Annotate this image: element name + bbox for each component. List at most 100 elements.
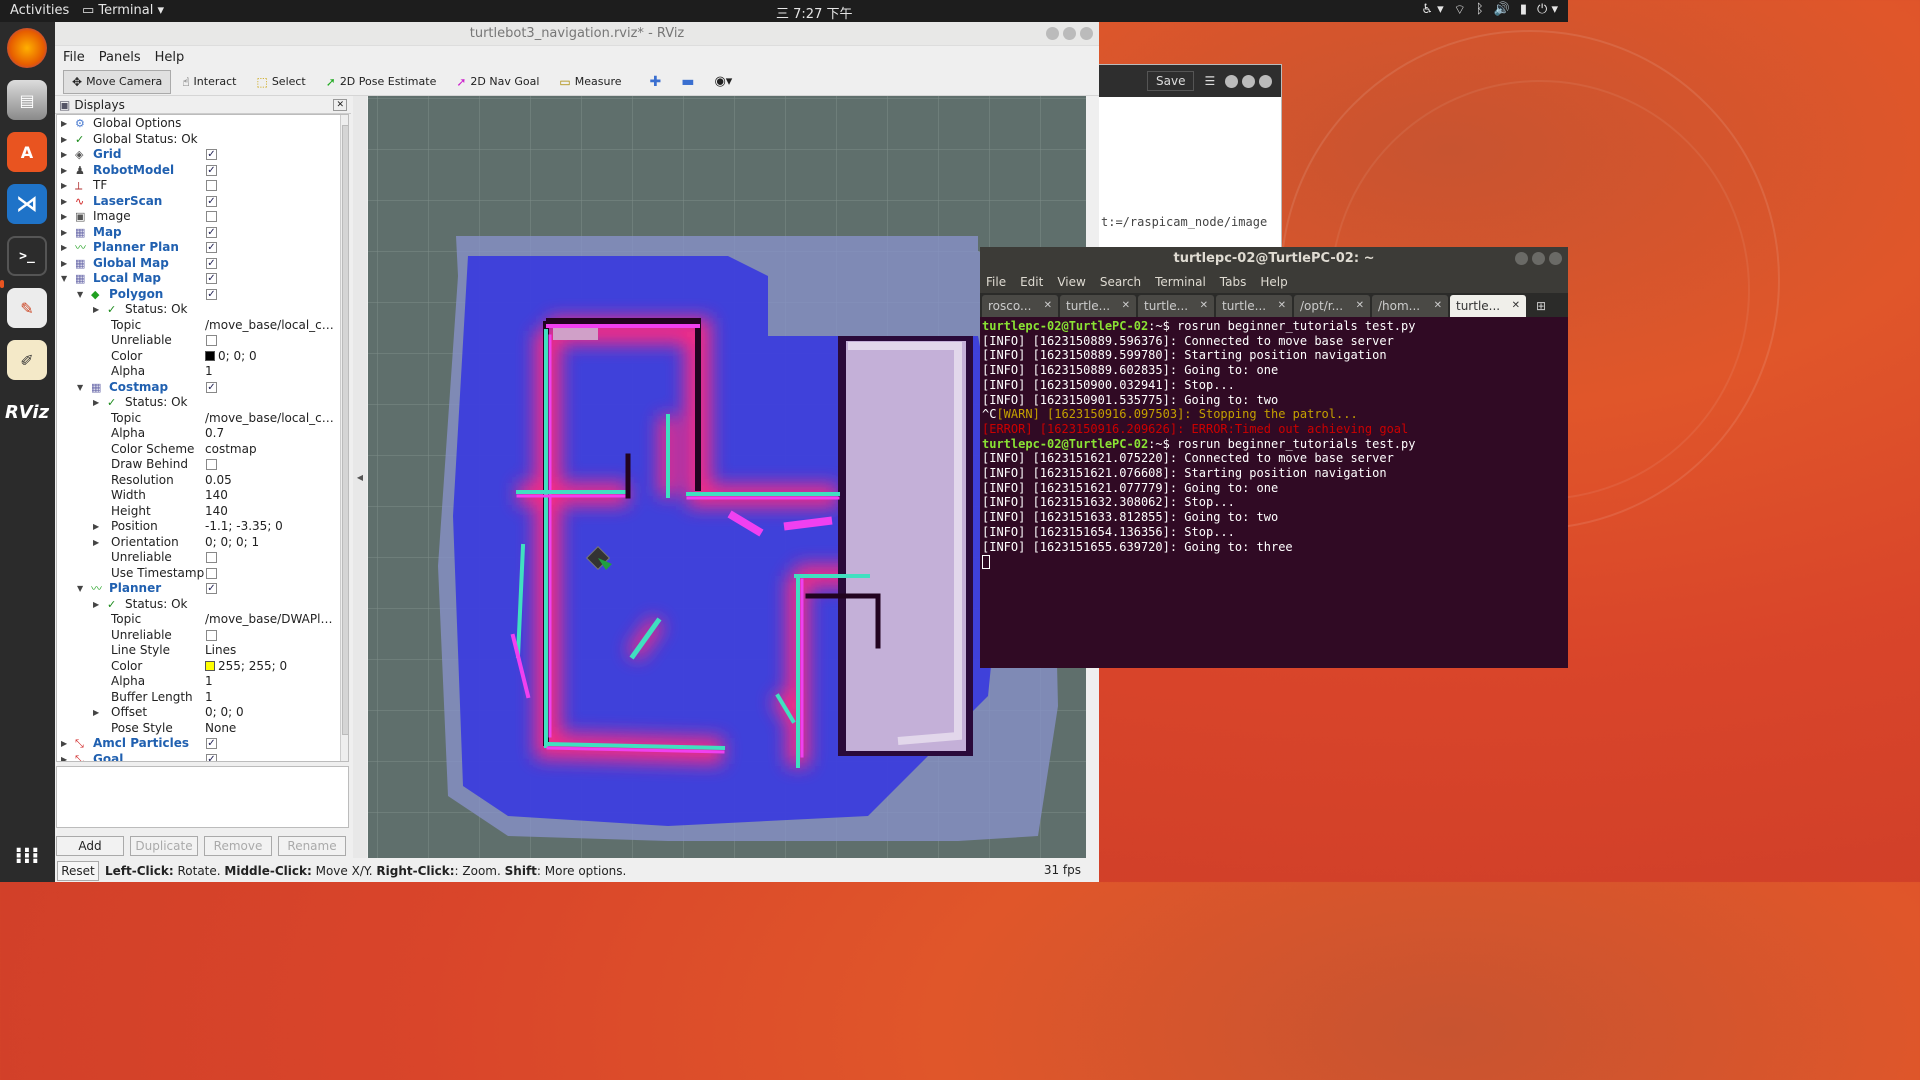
enable-checkbox[interactable]: ✓ xyxy=(206,583,217,594)
tree-row[interactable]: Line Style Lines xyxy=(57,643,339,659)
scroll-thumb[interactable] xyxy=(342,125,348,735)
terminal-tab[interactable]: turtle... ✕ xyxy=(1060,295,1136,317)
tree-row-value[interactable]: 0; 0; 0 xyxy=(205,349,339,365)
tree-row[interactable]: Topic/move_base/DWAPla... xyxy=(57,612,339,628)
tree-row-value[interactable]: costmap xyxy=(205,442,339,458)
close-icon[interactable] xyxy=(1080,27,1093,40)
collapsed-arrow-icon[interactable]: ▶ xyxy=(61,240,67,256)
collapsed-arrow-icon[interactable]: ▶ xyxy=(93,705,99,721)
activities-button[interactable]: Activities xyxy=(10,3,69,18)
terminal-tab[interactable]: rosco... ✕ xyxy=(982,295,1058,317)
tree-row[interactable]: Unreliable xyxy=(57,628,339,644)
tree-row[interactable]: Color Scheme costmap xyxy=(57,442,339,458)
menu-help[interactable]: Help xyxy=(155,50,185,65)
tree-row-value[interactable]: /move_base/local_co... xyxy=(205,318,339,334)
rviz-icon[interactable]: RViz xyxy=(5,392,49,432)
duplicate-button[interactable]: Duplicate xyxy=(130,836,198,856)
system-tray[interactable]: ♿ ▾ ⌔ ᛒ 🔊 ▮ ⏻ ▾ xyxy=(1421,2,1558,18)
collapsed-arrow-icon[interactable]: ▶ xyxy=(61,225,67,241)
tree-row-value[interactable]: 140 xyxy=(205,488,339,504)
close-panel-icon[interactable]: ✕ xyxy=(333,98,347,111)
terminal-menu-terminal[interactable]: Terminal xyxy=(1155,275,1206,289)
close-icon[interactable] xyxy=(1549,252,1562,265)
volume-icon[interactable]: 🔊 xyxy=(1494,2,1510,18)
show-apps-icon[interactable]: ⁝⁝⁝ xyxy=(7,836,47,876)
tree-row[interactable]: ▶ ⤡ Amcl Particles ✓ xyxy=(57,736,339,752)
close-tab-icon[interactable]: ✕ xyxy=(1356,295,1364,317)
firefox-icon[interactable] xyxy=(7,28,47,68)
terminal-menu-view[interactable]: View xyxy=(1057,275,1085,289)
terminal-tab[interactable]: turtle... ✕ xyxy=(1138,295,1214,317)
tree-row[interactable]: Unreliable xyxy=(57,550,339,566)
bluetooth-icon[interactable]: ᛒ xyxy=(1476,2,1484,18)
tree-row-value[interactable]: -1.1; -3.35; 0 xyxy=(205,519,339,535)
tree-row[interactable]: ▶ ∿ LaserScan ✓ xyxy=(57,194,339,210)
vscode-icon[interactable]: ⋊ xyxy=(7,184,47,224)
enable-checkbox[interactable]: ✓ xyxy=(206,242,217,253)
tree-row[interactable]: ▶ ▦ Map ✓ xyxy=(57,225,339,241)
software-icon[interactable]: A xyxy=(7,132,47,172)
tree-row[interactable]: ▶ ✓ Status: Ok xyxy=(57,597,339,613)
collapsed-arrow-icon[interactable]: ▶ xyxy=(93,519,99,535)
expanded-arrow-icon[interactable]: ▼ xyxy=(77,581,83,597)
expanded-arrow-icon[interactable]: ▼ xyxy=(77,287,83,303)
tree-row[interactable]: ▶ ⤡ Goal ✓ xyxy=(57,752,339,762)
move-camera-tool[interactable]: ✥ Move Camera xyxy=(63,69,172,94)
window-controls[interactable] xyxy=(1225,74,1273,88)
tree-row-value[interactable]: 0.7 xyxy=(205,426,339,442)
nav-goal-tool[interactable]: ➚ 2D Nav Goal xyxy=(447,70,548,94)
collapsed-arrow-icon[interactable]: ▶ xyxy=(61,209,67,225)
tree-row[interactable]: Alpha 1 xyxy=(57,364,339,380)
collapsed-arrow-icon[interactable]: ▶ xyxy=(61,752,67,762)
tree-row[interactable]: ▶ ▦ Global Map ✓ xyxy=(57,256,339,272)
terminal-tab[interactable]: turtle... ✕ xyxy=(1450,295,1526,317)
enable-checkbox[interactable]: ✓ xyxy=(206,226,217,238)
tree-row[interactable]: ▶ ✓ Status: Ok xyxy=(57,302,339,318)
camera-type-icon[interactable]: ◉▾ xyxy=(705,70,741,94)
collapse-handle[interactable]: ◀ xyxy=(353,96,367,858)
tree-row-value[interactable]: /move_base/DWAPla... xyxy=(205,612,339,628)
enable-checkbox[interactable]: ✓ xyxy=(206,164,217,176)
tree-row[interactable]: Topic/move_base/local_co... xyxy=(57,318,339,334)
close-tab-icon[interactable]: ✕ xyxy=(1122,295,1130,317)
enable-checkbox[interactable] xyxy=(206,567,217,579)
tree-row-value[interactable]: 1 xyxy=(205,674,339,690)
tree-row[interactable]: ▶ ⟂ TF xyxy=(57,178,339,194)
rename-button[interactable]: Rename xyxy=(278,836,346,856)
new-tab-icon[interactable]: ⊞ xyxy=(1536,295,1546,317)
tree-row-value[interactable]: /move_base/local_co... xyxy=(205,411,339,427)
remove-tool-icon[interactable]: ▬ xyxy=(672,70,703,94)
enable-checkbox[interactable]: ✓ xyxy=(206,257,217,269)
enable-checkbox[interactable]: ✓ xyxy=(206,288,217,300)
pose-estimate-tool[interactable]: ➚ 2D Pose Estimate xyxy=(317,70,446,94)
select-tool[interactable]: ⬚ Select xyxy=(247,70,314,94)
enable-checkbox[interactable] xyxy=(206,629,217,641)
tree-row-value[interactable]: None xyxy=(205,721,339,737)
minimize-icon[interactable] xyxy=(1046,27,1059,40)
tree-row[interactable]: Unreliable xyxy=(57,333,339,349)
enable-checkbox[interactable] xyxy=(206,552,217,563)
close-tab-icon[interactable]: ✕ xyxy=(1278,295,1286,317)
tree-row[interactable]: ▶ ▣ Image xyxy=(57,209,339,225)
tree-row[interactable]: Alpha 0.7 xyxy=(57,426,339,442)
tree-row[interactable]: ▶ ✓ Global Status: Ok xyxy=(57,132,339,148)
collapsed-arrow-icon[interactable]: ▶ xyxy=(61,116,67,132)
tree-row[interactable]: ▶ Orientation 0; 0; 0; 1 xyxy=(57,535,339,551)
tree-row[interactable]: Draw Behind xyxy=(57,457,339,473)
tree-row[interactable]: ▼ 〰 Planner ✓ xyxy=(57,581,339,597)
terminal-output[interactable]: turtlepc-02@TurtlePC-02:~$ rosrun beginn… xyxy=(980,317,1568,571)
expanded-arrow-icon[interactable]: ▼ xyxy=(61,271,67,287)
tree-row[interactable]: ▶ ◈ Grid ✓ xyxy=(57,147,339,163)
collapsed-arrow-icon[interactable]: ▶ xyxy=(93,395,99,411)
tree-row[interactable]: Use Timestamp xyxy=(57,566,339,582)
collapsed-arrow-icon[interactable]: ▶ xyxy=(61,147,67,163)
minimize-icon[interactable] xyxy=(1515,252,1528,265)
terminal-menu-file[interactable]: File xyxy=(986,275,1006,289)
collapsed-arrow-icon[interactable]: ▶ xyxy=(61,256,67,272)
system-menu-icon[interactable]: ⏻ ▾ xyxy=(1537,2,1558,18)
interact-tool[interactable]: ☝ Interact xyxy=(173,70,245,94)
tree-row-value[interactable]: Lines xyxy=(205,643,339,659)
collapsed-arrow-icon[interactable]: ▶ xyxy=(93,597,99,613)
tree-row[interactable]: ▶ ⚙ Global Options xyxy=(57,116,339,132)
enable-checkbox[interactable]: ✓ xyxy=(206,753,217,761)
